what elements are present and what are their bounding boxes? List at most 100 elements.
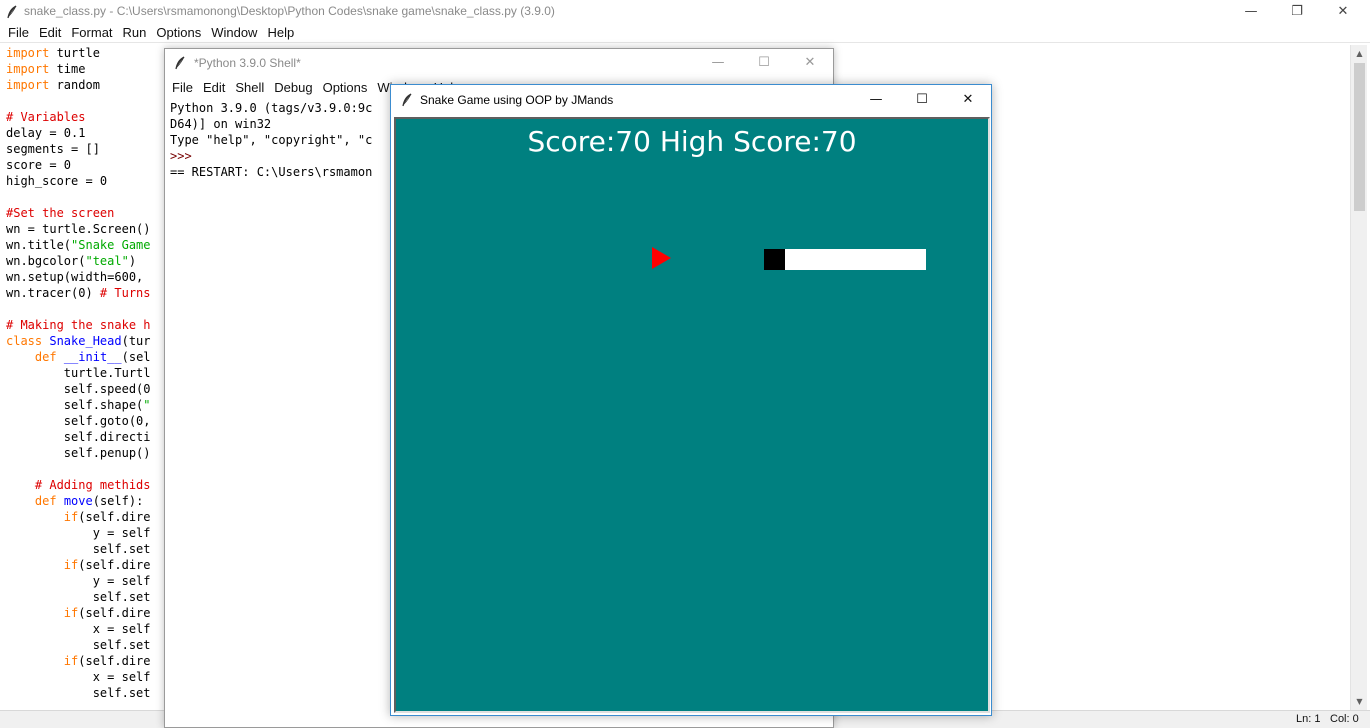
- code-token: (self.dire: [78, 654, 151, 668]
- line-number: Ln: 1: [1296, 713, 1321, 725]
- code-token: # Turns: [99, 286, 151, 300]
- code-token: wn.bgcolor(: [6, 254, 86, 268]
- scrollbar-thumb[interactable]: [1354, 63, 1365, 211]
- code-token: (self.dire: [78, 606, 151, 620]
- code-token: segments = []: [6, 142, 100, 156]
- code-token: self.shape(: [6, 398, 144, 412]
- code-token: self.speed(0: [6, 382, 151, 396]
- menu-file[interactable]: File: [3, 23, 34, 43]
- code-token: x = self: [6, 622, 151, 636]
- code-token: ": [143, 398, 151, 412]
- shell-title: *Python 3.9.0 Shell*: [194, 56, 301, 70]
- menu-file[interactable]: File: [167, 78, 198, 98]
- code-token: #Set the screen: [6, 206, 115, 220]
- restore-icon: ❐: [1291, 4, 1303, 19]
- menu-options[interactable]: Options: [151, 23, 206, 43]
- close-button[interactable]: ✕: [945, 88, 991, 111]
- code-token: self.penup(): [6, 446, 151, 460]
- editor-vertical-scrollbar[interactable]: ▲ ▼: [1350, 45, 1367, 710]
- code-token: (self.dire: [78, 558, 151, 572]
- code-token: wn = turtle.Screen(): [6, 222, 151, 236]
- code-token: if: [63, 510, 79, 524]
- turtle-title: Snake Game using OOP by JMands: [420, 93, 614, 107]
- snake-body: [785, 249, 926, 270]
- close-button[interactable]: ✕: [787, 51, 833, 74]
- code-token: if: [63, 606, 79, 620]
- menu-format[interactable]: Format: [66, 23, 117, 43]
- menu-run[interactable]: Run: [118, 23, 152, 43]
- canvas-frame: Score:70 High Score:70: [394, 117, 990, 713]
- editor-titlebar[interactable]: snake_class.py - C:\Users\rsmamonong\Des…: [0, 0, 1370, 23]
- tk-feather-icon: [402, 93, 412, 107]
- code-token: delay = 0.1: [6, 126, 86, 140]
- code-token: ): [128, 254, 137, 268]
- code-token: wn.title(: [6, 238, 72, 252]
- code-token: self.goto(0,: [6, 414, 151, 428]
- turtle-titlebar[interactable]: Snake Game using OOP by JMands — ☐ ✕: [391, 85, 991, 115]
- scroll-up-arrow-icon[interactable]: ▲: [1351, 45, 1368, 62]
- scroll-down-arrow-icon[interactable]: ▼: [1351, 693, 1368, 710]
- menu-shell[interactable]: Shell: [230, 78, 269, 98]
- minimize-icon: —: [1244, 4, 1258, 19]
- code-token: "teal": [85, 254, 129, 268]
- code-token: self.directi: [6, 430, 151, 444]
- code-token: import: [6, 46, 50, 60]
- code-token: import: [6, 62, 50, 76]
- food-triangle: [652, 247, 671, 269]
- idle-feather-icon: [175, 56, 185, 70]
- minimize-icon: —: [711, 55, 725, 70]
- score-display: Score:70 High Score:70: [527, 125, 857, 158]
- maximize-button[interactable]: ☐: [899, 88, 945, 111]
- turtle-game-window: Snake Game using OOP by JMands — ☐ ✕ Sco…: [390, 84, 992, 716]
- code-token: # Variables: [6, 110, 86, 124]
- game-canvas[interactable]: Score:70 High Score:70: [396, 119, 988, 711]
- idle-feather-icon: [7, 5, 17, 19]
- menu-edit[interactable]: Edit: [198, 78, 230, 98]
- menu-debug[interactable]: Debug: [269, 78, 317, 98]
- column-number: Col: 0: [1330, 713, 1359, 725]
- editor-title: snake_class.py - C:\Users\rsmamonong\Des…: [24, 4, 555, 18]
- close-icon: ✕: [1337, 4, 1349, 19]
- code-token: self.set: [6, 542, 151, 556]
- code-token: if: [63, 654, 79, 668]
- menu-window[interactable]: Window: [206, 23, 262, 43]
- minimize-button[interactable]: —: [1228, 0, 1274, 23]
- minimize-button[interactable]: —: [695, 51, 741, 74]
- menu-edit[interactable]: Edit: [34, 23, 66, 43]
- shell-titlebar[interactable]: *Python 3.9.0 Shell* — ☐ ✕: [165, 49, 833, 77]
- maximize-button[interactable]: ☐: [741, 51, 787, 74]
- code-token: __init__: [63, 350, 122, 364]
- code-token: time: [49, 62, 86, 76]
- code-token: turtle: [49, 46, 100, 60]
- close-button[interactable]: ✕: [1320, 0, 1366, 23]
- close-icon: ✕: [804, 55, 816, 70]
- code-token: random: [49, 78, 100, 92]
- snake-head: [764, 249, 785, 270]
- editor-menubar: File Edit Format Run Options Window Help: [0, 23, 1370, 43]
- code-token: wn.tracer(0): [6, 286, 100, 300]
- code-token: turtle.Turtl: [6, 366, 151, 380]
- code-token: self.set: [6, 686, 151, 700]
- menu-options[interactable]: Options: [318, 78, 373, 98]
- code-token: wn.setup(width=600,: [6, 270, 144, 284]
- code-token: (sel: [121, 350, 151, 364]
- code-token: "Snake Game: [71, 238, 151, 252]
- restore-button[interactable]: ❐: [1274, 0, 1320, 23]
- code-token: move: [63, 494, 93, 508]
- code-token: y = self: [6, 574, 151, 588]
- code-token: (self.dire: [78, 510, 151, 524]
- code-token: (tur: [121, 334, 151, 348]
- menu-help[interactable]: Help: [262, 23, 299, 43]
- code-token: Snake_Head: [49, 334, 122, 348]
- minimize-button[interactable]: —: [853, 88, 899, 111]
- maximize-icon: ☐: [916, 92, 928, 107]
- code-token: def: [34, 494, 57, 508]
- code-token: def: [34, 350, 57, 364]
